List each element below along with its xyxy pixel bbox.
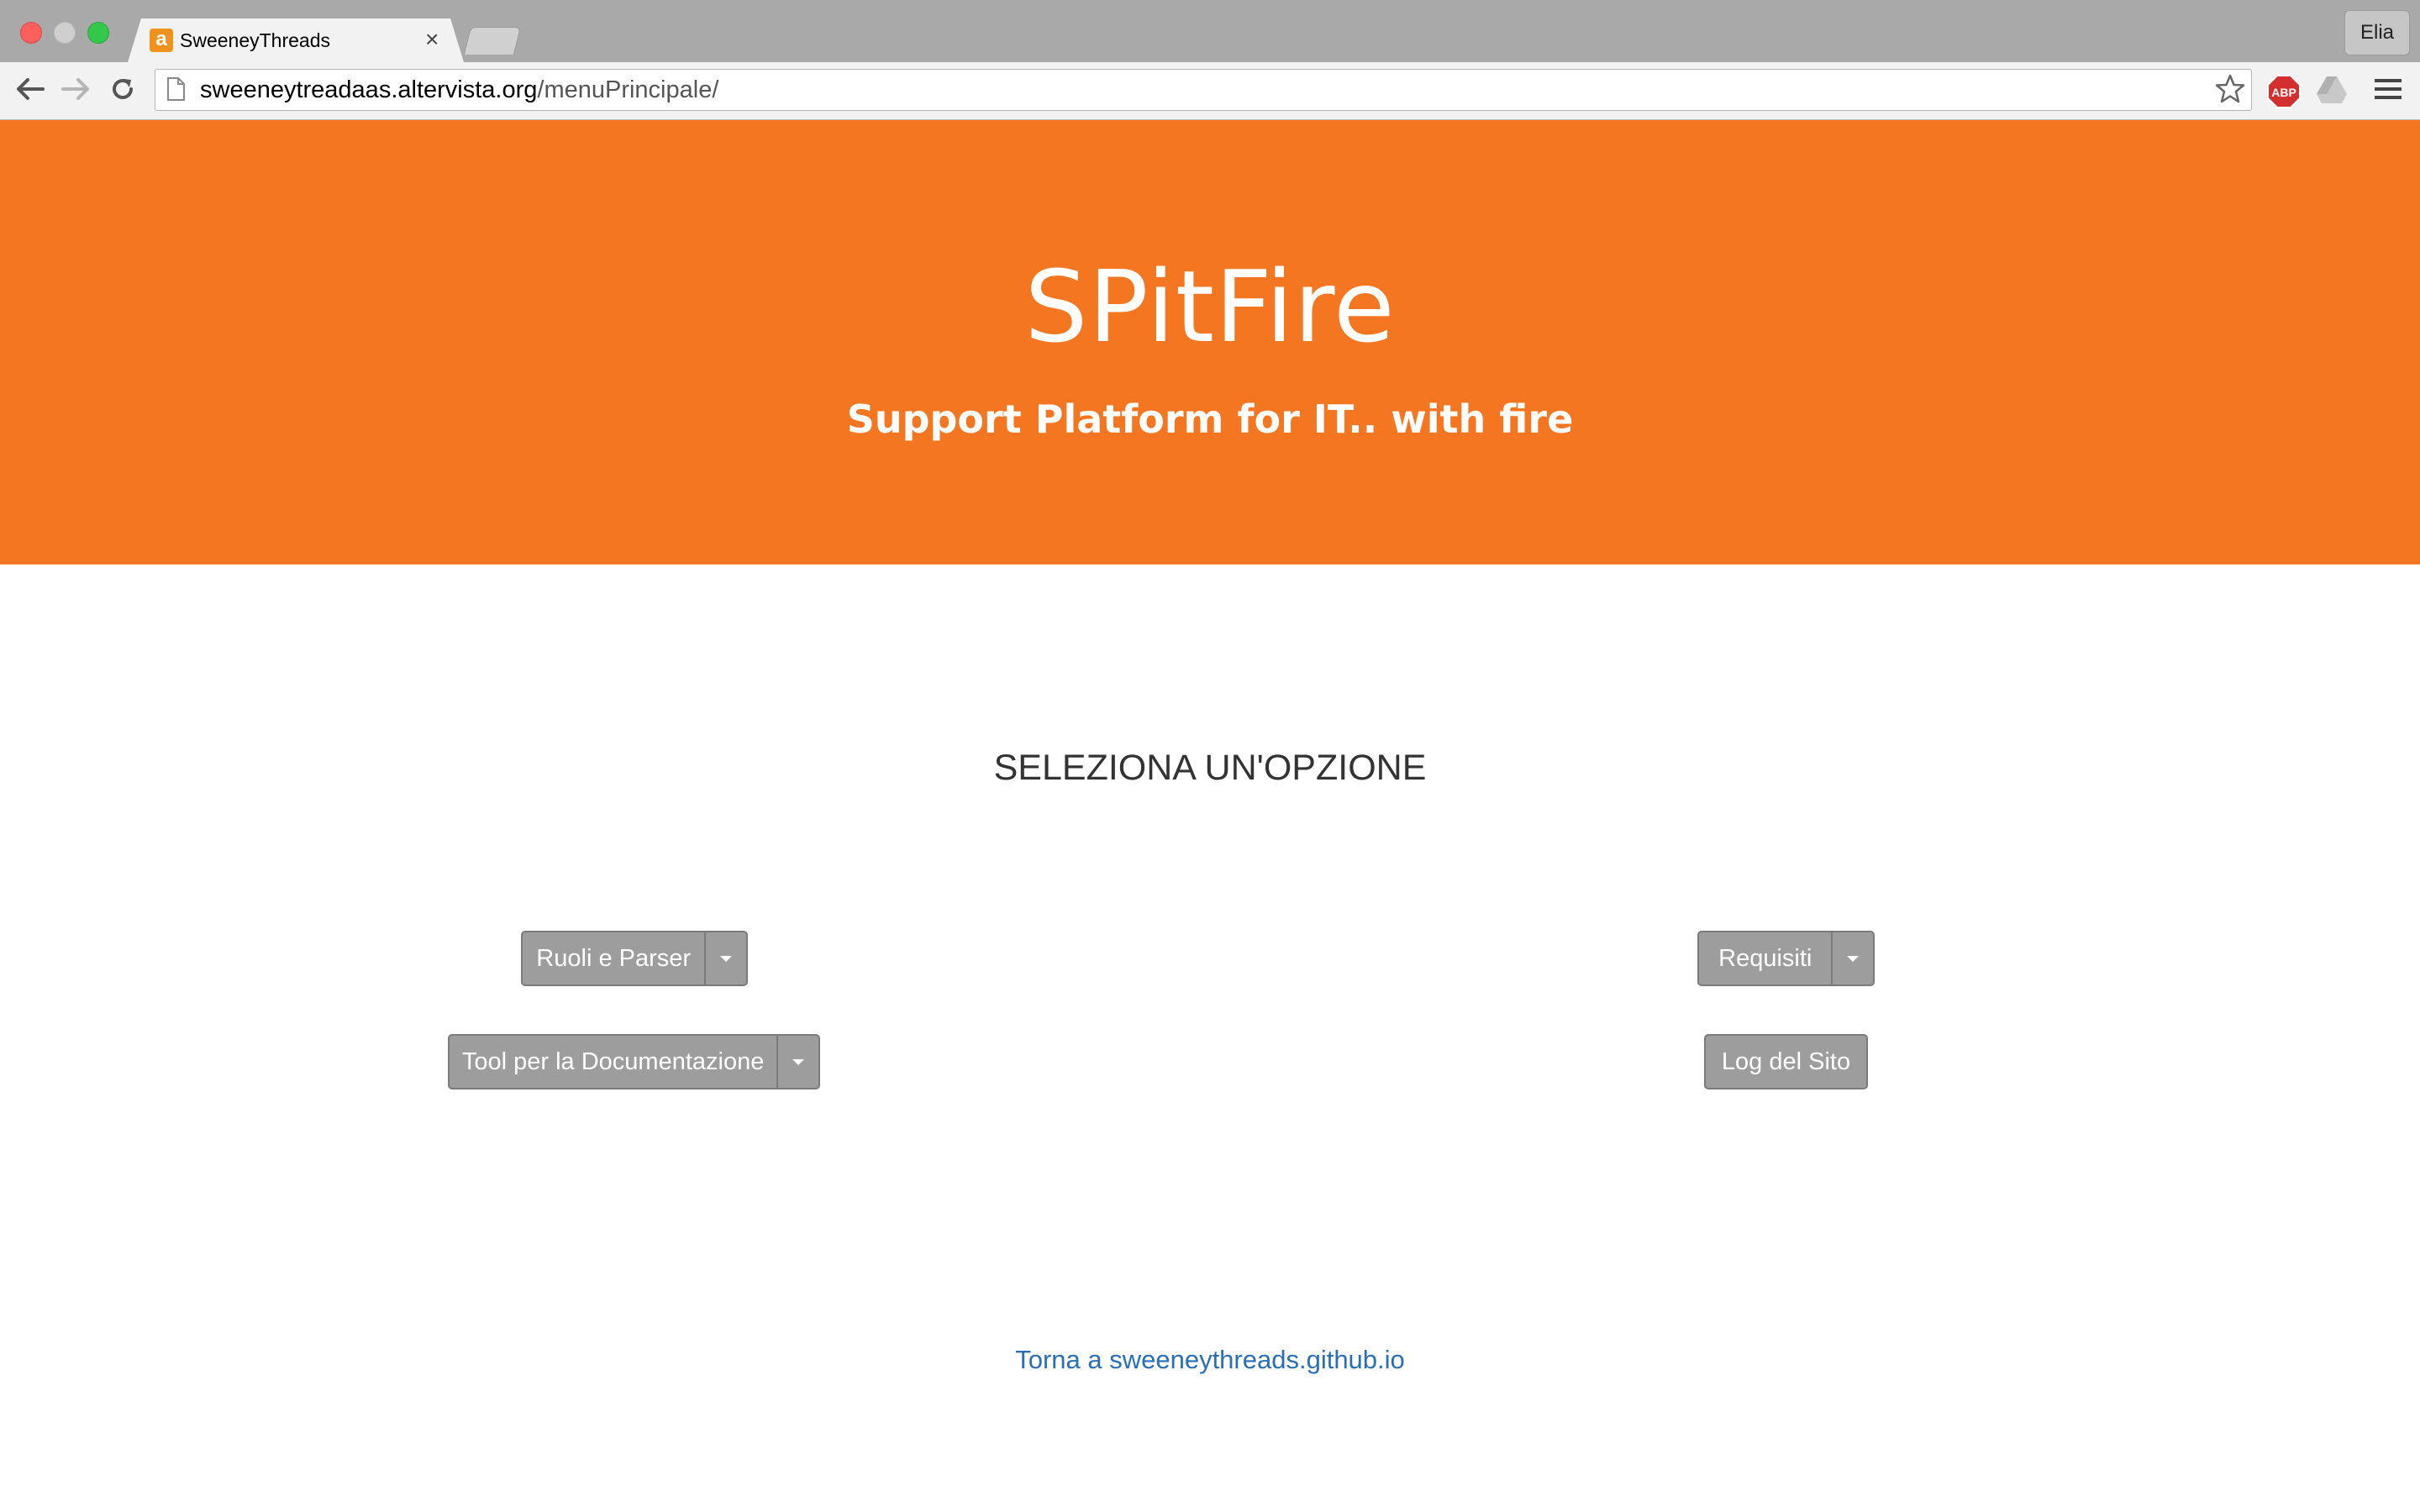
requisiti-toggle[interactable] bbox=[1831, 932, 1873, 984]
url-path: /menuPrincipale/ bbox=[537, 76, 719, 103]
arrow-left-icon bbox=[17, 78, 45, 100]
adblock-label: ABP bbox=[2271, 86, 2296, 99]
tool-documentazione-dropdown: Tool per la Documentazione bbox=[448, 1034, 820, 1089]
reload-button[interactable] bbox=[104, 71, 141, 108]
ruoli-parser-button[interactable]: Ruoli e Parser bbox=[523, 932, 704, 984]
caret-down-icon bbox=[1847, 955, 1860, 962]
altervista-favicon-icon: a bbox=[150, 29, 173, 52]
maximize-window-button[interactable] bbox=[87, 22, 109, 44]
bookmark-star-icon[interactable] bbox=[2215, 74, 2245, 108]
new-tab-button[interactable] bbox=[463, 27, 522, 55]
select-option-heading: SELEZIONA UN'OPZIONE bbox=[993, 748, 1427, 788]
log-sito-button[interactable]: Log del Sito bbox=[1706, 1036, 1866, 1088]
back-button[interactable] bbox=[12, 71, 49, 108]
back-to-github-link[interactable]: Torna a sweeneythreads.github.io bbox=[0, 1341, 2420, 1378]
tool-documentazione-button[interactable]: Tool per la Documentazione bbox=[450, 1036, 776, 1088]
tool-documentazione-toggle[interactable] bbox=[776, 1036, 818, 1088]
caret-down-icon bbox=[720, 955, 733, 962]
forward-button[interactable] bbox=[57, 71, 94, 108]
tab-close-icon[interactable]: × bbox=[425, 25, 439, 54]
caret-down-icon bbox=[792, 1058, 805, 1065]
minimize-window-button[interactable] bbox=[54, 22, 76, 44]
ruoli-parser-dropdown: Ruoli e Parser bbox=[521, 931, 748, 986]
log-sito-button-wrapper: Log del Sito bbox=[1704, 1034, 1868, 1089]
hamburger-menu-icon[interactable] bbox=[2375, 77, 2402, 105]
hero-banner: SPitFire Support Platform for IT.. with … bbox=[0, 120, 2420, 564]
requisiti-button[interactable]: Requisiti bbox=[1699, 932, 1831, 984]
site-subtitle: Support Platform for IT.. with fire bbox=[846, 396, 1574, 442]
page-icon bbox=[166, 77, 185, 105]
site-title: SPitFire bbox=[1024, 249, 1396, 365]
profile-button[interactable]: Elia bbox=[2344, 10, 2410, 55]
adblock-icon[interactable]: ABP bbox=[2267, 75, 2301, 113]
close-window-button[interactable] bbox=[20, 22, 42, 44]
requisiti-dropdown: Requisiti bbox=[1697, 931, 1875, 986]
ruoli-parser-toggle[interactable] bbox=[704, 932, 746, 984]
url-text: sweeneytreadaas.altervista.org/menuPrinc… bbox=[200, 72, 718, 108]
drive-extension-icon[interactable] bbox=[2316, 76, 2348, 108]
arrow-right-icon bbox=[61, 78, 89, 100]
url-host: sweeneytreadaas.altervista.org bbox=[200, 76, 538, 103]
reload-icon bbox=[113, 79, 133, 99]
tab-title: SweeneyThreads bbox=[180, 29, 330, 51]
